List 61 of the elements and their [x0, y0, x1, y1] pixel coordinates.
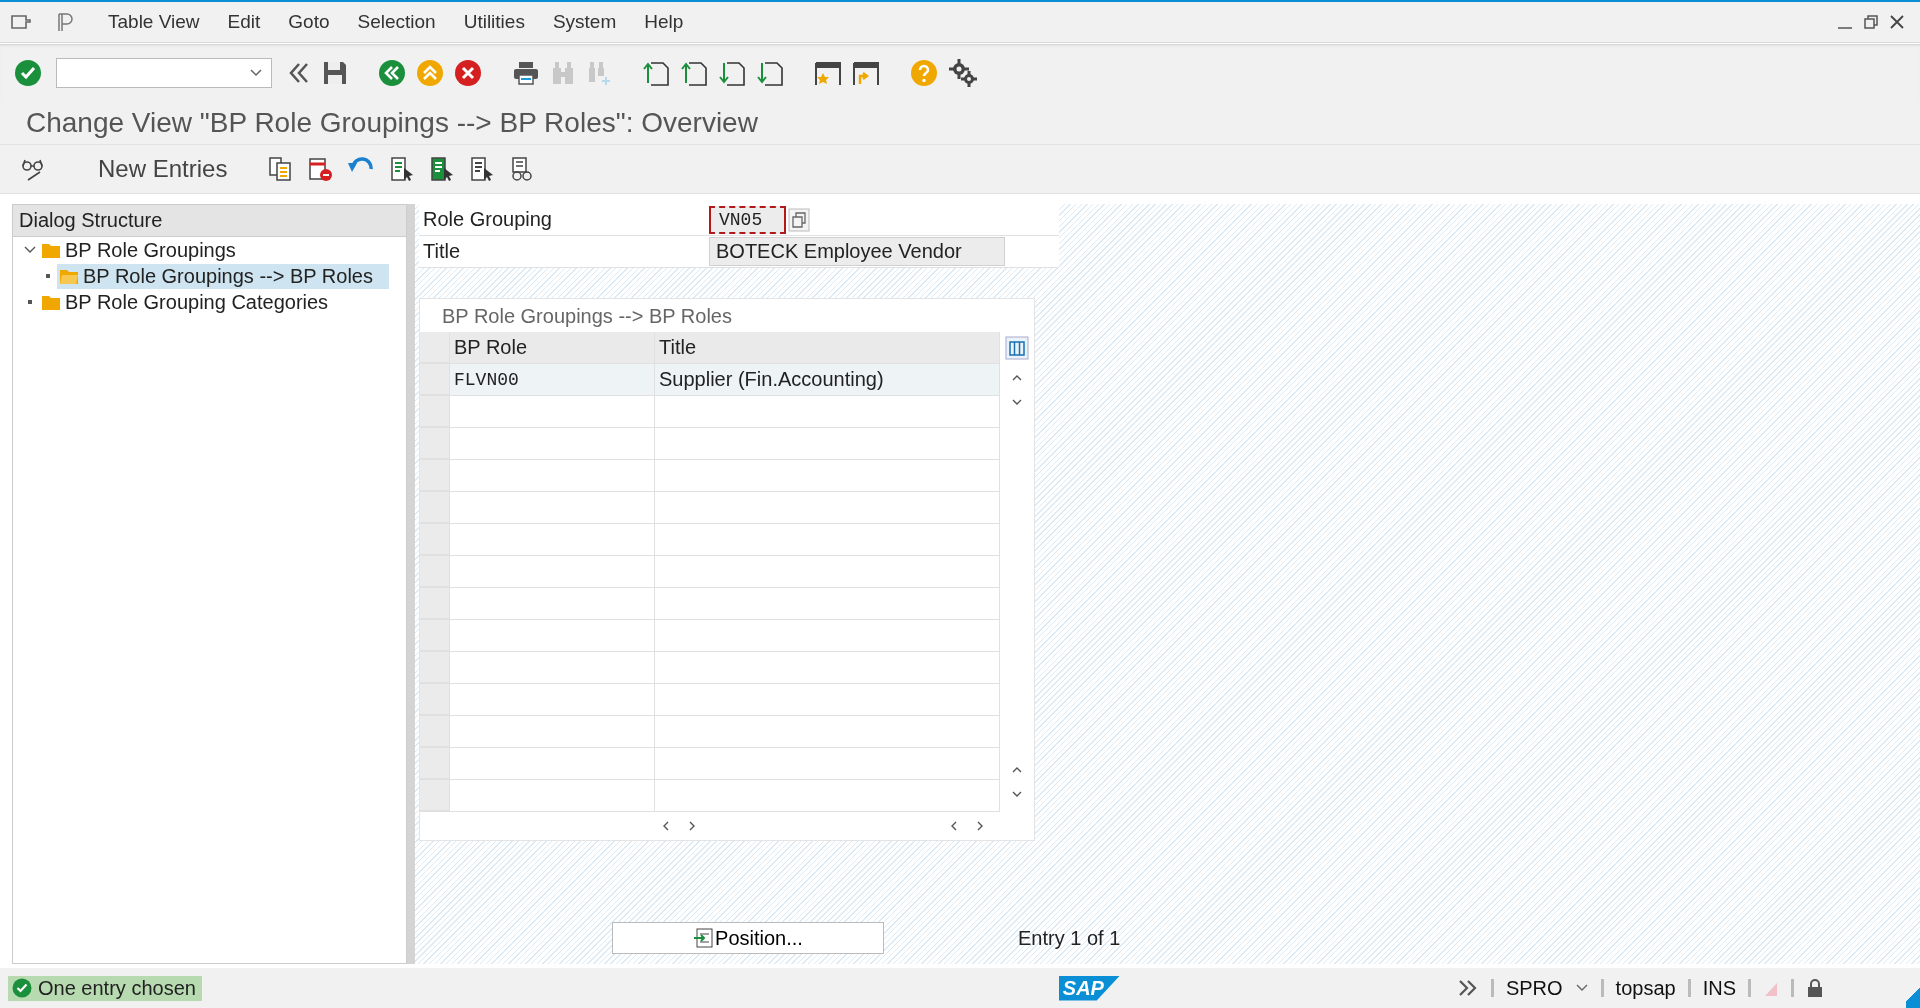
menu-item[interactable]: Edit	[217, 11, 271, 33]
folder-icon	[41, 241, 61, 259]
binoculars-plus-icon	[586, 60, 612, 86]
position-icon	[693, 928, 714, 948]
table-caption: BP Role Groupings --> BP Roles	[441, 304, 733, 329]
column-settings-icon[interactable]	[1005, 336, 1029, 360]
delete-row-icon[interactable]	[307, 156, 334, 182]
page-arrow-icon[interactable]	[680, 59, 708, 87]
menu-item[interactable]: System	[542, 11, 627, 33]
select-all-cell[interactable]	[420, 332, 450, 363]
table-cell: FLVN00	[450, 364, 655, 395]
lock-icon	[1806, 978, 1824, 998]
back-icon[interactable]	[378, 59, 406, 87]
save-icon[interactable]	[322, 60, 348, 86]
page-arrow-icon[interactable]	[642, 59, 670, 87]
menu-item[interactable]: Selection	[347, 11, 446, 33]
menu-item[interactable]: Table View	[98, 11, 210, 33]
print-icon[interactable]	[512, 60, 540, 86]
folder-icon	[41, 293, 61, 311]
menu-item[interactable]: Goto	[278, 11, 340, 33]
tree-item[interactable]: BP Role Grouping Categories	[39, 289, 345, 315]
new-entries-button[interactable]: New Entries	[62, 151, 254, 187]
shortcut-icon[interactable]	[852, 59, 880, 87]
field-label: Title	[423, 240, 462, 263]
logo: SAP	[1058, 975, 1120, 1001]
entry-count: Entry 1 of 1	[1018, 927, 1121, 951]
status-message: One entry chosen	[8, 975, 202, 1001]
copy-icon[interactable]	[788, 207, 811, 232]
menu-icon[interactable]	[10, 13, 32, 31]
table-cell: Supplier (Fin.Accounting)	[655, 364, 1000, 395]
position-button[interactable]: Position...	[612, 922, 884, 954]
command-field[interactable]	[56, 58, 272, 88]
cancel-icon[interactable]	[454, 59, 482, 87]
new-window-icon[interactable]	[814, 59, 842, 87]
binoculars-icon	[550, 60, 576, 86]
restore-icon[interactable]	[1862, 13, 1880, 31]
menu-item[interactable]: Help	[634, 11, 694, 33]
expand-icon[interactable]	[1456, 978, 1479, 998]
transaction-code: SPRO	[1505, 976, 1563, 1000]
success-icon	[12, 978, 32, 998]
copy-icon[interactable]	[267, 156, 294, 182]
system-name: topsap	[1615, 976, 1676, 1000]
tree-item[interactable]: BP Role Groupings	[39, 237, 252, 263]
tree-item[interactable]: BP Role Groupings --> BP Roles	[57, 263, 389, 289]
page-arrow-icon[interactable]	[718, 59, 746, 87]
column-header[interactable]: BP Role	[450, 332, 655, 363]
input-field[interactable]: VN05	[709, 205, 787, 234]
dropdown-icon[interactable]	[249, 68, 263, 78]
screen-title: Change View "BP Role Groupings --> BP Roles": Overview	[26, 107, 758, 139]
menu-item[interactable]: Utilities	[453, 11, 535, 33]
insert-mode: INS	[1702, 976, 1736, 1000]
field-label: Role Grouping	[423, 208, 553, 231]
splitter-handle[interactable]	[407, 204, 415, 964]
close-icon[interactable]	[1888, 13, 1906, 31]
settings-icon[interactable]	[948, 58, 978, 88]
panel-header: Dialog Structure	[13, 205, 406, 237]
open-folder-icon	[59, 267, 79, 285]
output-field: BOTECK Employee Vendor	[709, 237, 1005, 266]
confirm-icon[interactable]	[14, 59, 42, 87]
column-header[interactable]: Title	[655, 332, 1000, 363]
page-arrow-icon[interactable]	[756, 59, 784, 87]
